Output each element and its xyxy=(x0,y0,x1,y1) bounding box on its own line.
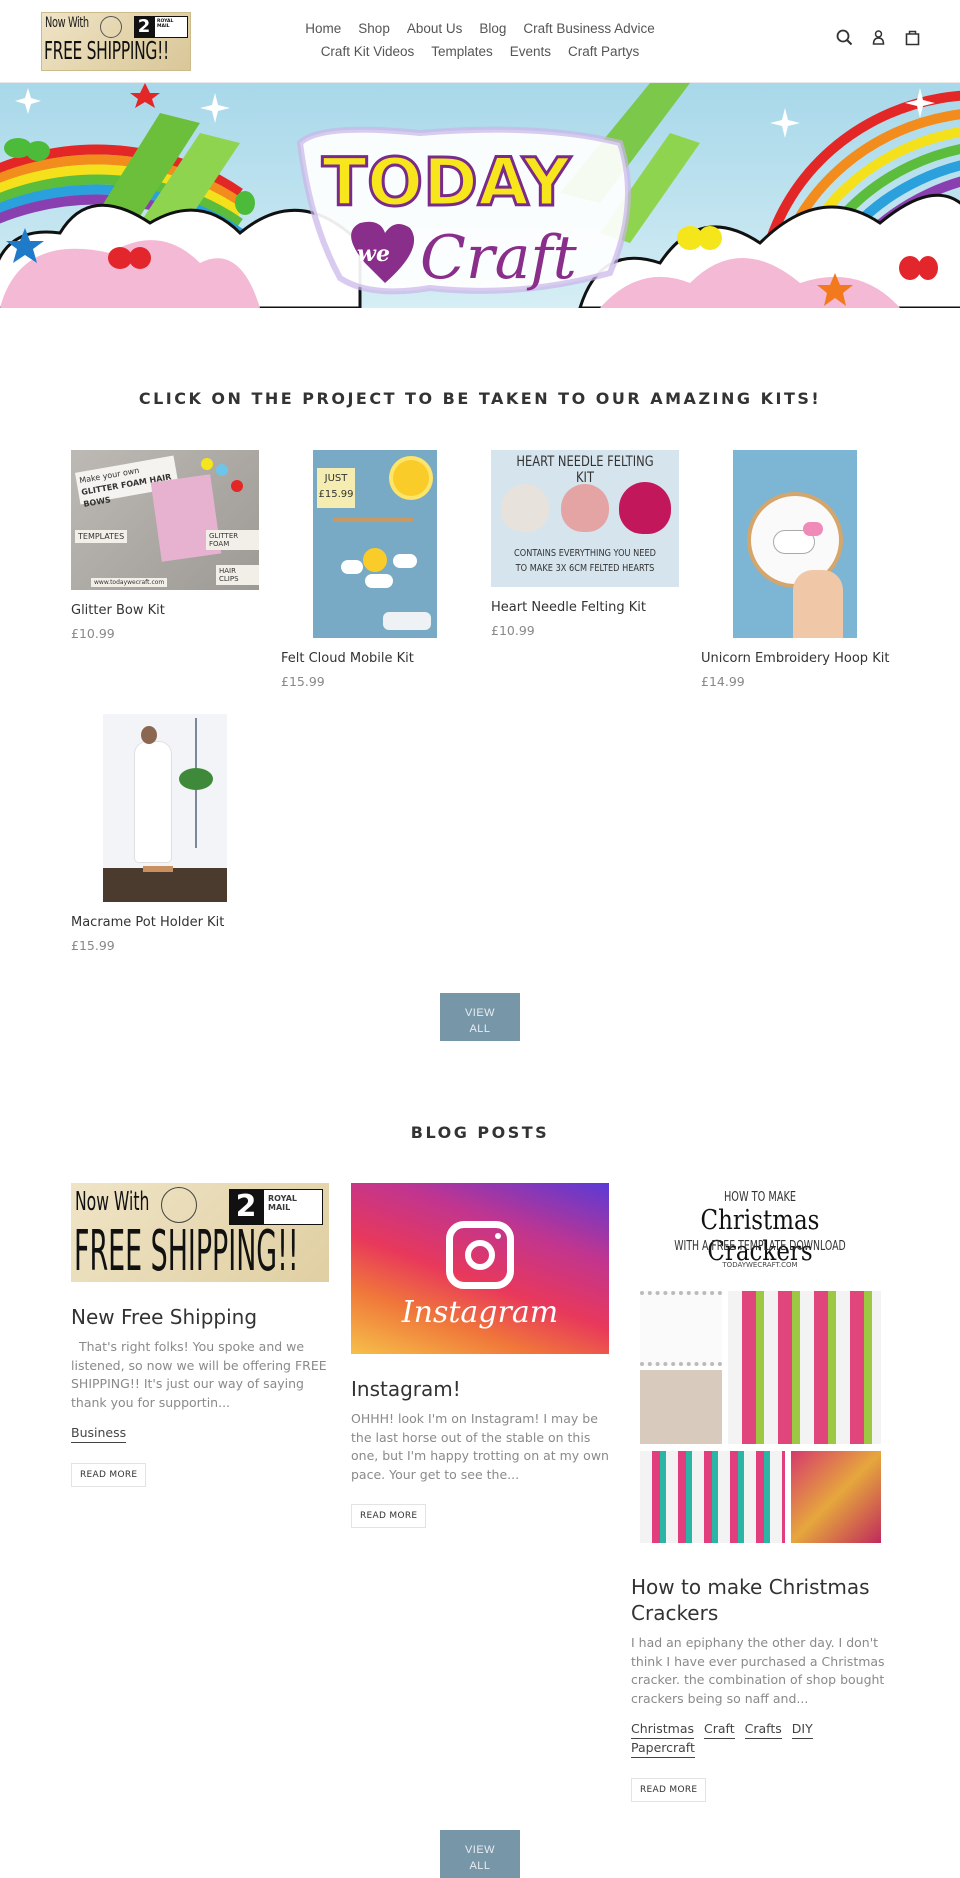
blog-view-all-button[interactable]: VIEW ALL xyxy=(440,1830,520,1878)
blog-post-image[interactable]: Instagram xyxy=(351,1183,609,1354)
header-icons xyxy=(835,28,922,47)
today-we-craft-logo: TODAY we Craft xyxy=(296,126,631,295)
product-price: £15.99 xyxy=(281,674,325,689)
product-price: £15.99 xyxy=(71,938,115,953)
nav-blog[interactable]: Blog xyxy=(471,18,515,41)
nav-row-1: Home Shop About Us Blog Craft Business A… xyxy=(0,18,960,41)
nav-shop[interactable]: Shop xyxy=(350,18,399,41)
blog-post-excerpt: OHHH! look I'm on Instagram! I may be th… xyxy=(351,1411,609,1482)
products-view-all-button[interactable]: VIEW ALL xyxy=(440,993,520,1041)
product-name[interactable]: Heart Needle Felting Kit xyxy=(491,600,681,615)
product-price: £10.99 xyxy=(491,623,535,638)
product-card[interactable]: Macrame Pot Holder Kit £15.99 xyxy=(71,714,261,953)
nav-home[interactable]: Home xyxy=(297,18,350,41)
product-name[interactable]: Macrame Pot Holder Kit xyxy=(71,915,261,930)
tag-crafts[interactable]: Crafts xyxy=(744,1720,782,1739)
blog-post-tags: Business xyxy=(71,1424,329,1443)
cart-icon[interactable] xyxy=(903,28,922,47)
blog-post: Now With 2 ROYAL MAIL FREE SHIPPING!! Ne… xyxy=(71,1183,329,1487)
product-card[interactable]: HEART NEEDLE FELTING KIT CONTAINS EVERYT… xyxy=(491,450,681,638)
blog-post-image[interactable]: HOW TO MAKE Christmas Crackers WITH A FR… xyxy=(631,1183,889,1550)
instagram-icon xyxy=(446,1221,514,1289)
blog-post-title[interactable]: Instagram! xyxy=(351,1376,609,1402)
blog-post-image[interactable]: Now With 2 ROYAL MAIL FREE SHIPPING!! xyxy=(71,1183,329,1282)
product-name[interactable]: Unicorn Embroidery Hoop Kit xyxy=(701,651,921,666)
read-more-button[interactable]: READ MORE xyxy=(351,1504,427,1528)
blog-post-title[interactable]: New Free Shipping xyxy=(71,1304,329,1330)
nav-craft-business-advice[interactable]: Craft Business Advice xyxy=(515,18,663,41)
account-icon[interactable] xyxy=(869,28,888,47)
read-more-button[interactable]: READ MORE xyxy=(631,1778,707,1802)
blog-section-title: BLOG POSTS xyxy=(410,1123,550,1142)
read-more-button[interactable]: READ MORE xyxy=(71,1463,147,1487)
product-card[interactable]: Make your own GLITTER FOAM HAIR BOWS TEMP… xyxy=(71,450,261,641)
search-icon[interactable] xyxy=(835,28,854,47)
hero-illustration: TODAY we Craft xyxy=(0,83,960,308)
hero-banner: TODAY we Craft xyxy=(0,83,960,308)
nav-row-2: Craft Kit Videos Templates Events Craft … xyxy=(0,41,960,64)
product-image[interactable]: Make your own GLITTER FOAM HAIR BOWS TEMP… xyxy=(71,450,259,590)
tag-papercraft[interactable]: Papercraft xyxy=(631,1739,695,1758)
hero-title-we: we xyxy=(357,241,390,267)
product-name[interactable]: Glitter Bow Kit xyxy=(71,603,261,618)
tag-business[interactable]: Business xyxy=(71,1424,127,1443)
hero-title-today: TODAY xyxy=(322,144,572,221)
product-card[interactable]: Unicorn Embroidery Hoop Kit £14.99 xyxy=(701,450,921,689)
blog-post-excerpt: I had an epiphany the other day. I don't… xyxy=(631,1635,885,1706)
tag-craft[interactable]: Craft xyxy=(704,1720,735,1739)
blog-post: Instagram Instagram! OHHH! look I'm on I… xyxy=(351,1183,609,1528)
main-nav: Home Shop About Us Blog Craft Business A… xyxy=(0,18,960,64)
nav-templates[interactable]: Templates xyxy=(423,41,502,64)
product-image[interactable]: HEART NEEDLE FELTING KIT CONTAINS EVERYT… xyxy=(491,450,679,587)
tag-diy[interactable]: DIY xyxy=(791,1720,813,1739)
product-price: £14.99 xyxy=(701,674,745,689)
nav-craft-kit-videos[interactable]: Craft Kit Videos xyxy=(312,41,423,64)
nav-about-us[interactable]: About Us xyxy=(398,18,471,41)
site-header: Now With 2 ROYAL MAIL FREE SHIPPING!! Ho… xyxy=(0,0,960,83)
products-section-title: CLICK ON THE PROJECT TO BE TAKEN TO OUR … xyxy=(138,389,822,408)
hero-title-craft: Craft xyxy=(420,223,578,293)
blog-post-excerpt: That's right folks! You spoke and we lis… xyxy=(71,1339,331,1410)
product-image[interactable] xyxy=(103,714,227,902)
nav-events[interactable]: Events xyxy=(501,41,559,64)
blog-post-title[interactable]: How to make Christmas Crackers xyxy=(631,1574,889,1626)
blog-post: HOW TO MAKE Christmas Crackers WITH A FR… xyxy=(631,1183,889,1802)
product-card[interactable]: JUST £15.99 Felt Cloud Mobile Kit £15.99 xyxy=(281,450,471,689)
product-image[interactable]: JUST £15.99 xyxy=(313,450,437,638)
product-name[interactable]: Felt Cloud Mobile Kit xyxy=(281,651,471,666)
postmark-icon xyxy=(161,1187,197,1223)
tag-christmas[interactable]: Christmas xyxy=(631,1720,695,1739)
product-image[interactable] xyxy=(733,450,857,638)
product-price: £10.99 xyxy=(71,626,115,641)
blog-post-tags: Christmas Craft Crafts DIY Papercraft xyxy=(631,1720,889,1758)
nav-craft-partys[interactable]: Craft Partys xyxy=(560,41,648,64)
